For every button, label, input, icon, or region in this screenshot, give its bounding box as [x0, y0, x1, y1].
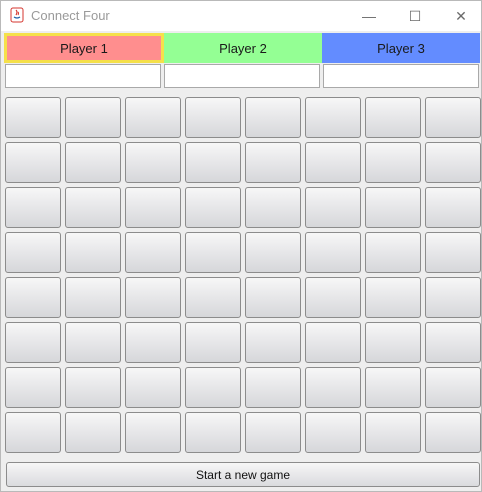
board-cell[interactable]: [125, 412, 181, 453]
java-app-icon: [9, 7, 25, 23]
minimize-icon[interactable]: —: [346, 1, 392, 31]
player-3-name-field[interactable]: [323, 64, 479, 88]
board-cell[interactable]: [65, 142, 121, 183]
board-cell[interactable]: [305, 412, 361, 453]
board-cell[interactable]: [125, 142, 181, 183]
board-cell[interactable]: [125, 97, 181, 138]
board-cell[interactable]: [365, 277, 421, 318]
board-cell[interactable]: [5, 367, 61, 408]
board-cell[interactable]: [65, 97, 121, 138]
board-cell[interactable]: [425, 322, 481, 363]
title-bar: Connect Four — ☐ ✕: [1, 1, 481, 31]
board-cell[interactable]: [5, 322, 61, 363]
board-cell[interactable]: [5, 412, 61, 453]
board-cell[interactable]: [5, 277, 61, 318]
board-cell[interactable]: [305, 367, 361, 408]
player-2-button[interactable]: Player 2: [164, 33, 322, 63]
board-cell[interactable]: [245, 322, 301, 363]
board-cell[interactable]: [365, 187, 421, 228]
board-cell[interactable]: [65, 277, 121, 318]
board-cell[interactable]: [425, 97, 481, 138]
game-board: [5, 97, 481, 453]
player-1-button[interactable]: Player 1: [4, 33, 164, 63]
maximize-icon[interactable]: ☐: [392, 1, 438, 31]
connect-four-window: Connect Four — ☐ ✕ Player 1 Player 2 Pla…: [0, 0, 482, 492]
board-cell[interactable]: [125, 277, 181, 318]
players-bar: Player 1 Player 2 Player 3: [4, 33, 480, 63]
new-game-button[interactable]: Start a new game: [6, 462, 480, 487]
board-cell[interactable]: [365, 232, 421, 273]
board-cell[interactable]: [365, 142, 421, 183]
board-cell[interactable]: [125, 232, 181, 273]
board-cell[interactable]: [245, 142, 301, 183]
board-cell[interactable]: [305, 232, 361, 273]
board-cell[interactable]: [425, 232, 481, 273]
board-cell[interactable]: [185, 232, 241, 273]
player-1-name-field[interactable]: [5, 64, 161, 88]
board-cell[interactable]: [245, 277, 301, 318]
close-icon[interactable]: ✕: [438, 1, 482, 31]
board-cell[interactable]: [185, 412, 241, 453]
board-cell[interactable]: [365, 322, 421, 363]
board-cell[interactable]: [65, 232, 121, 273]
player-3-button[interactable]: Player 3: [322, 33, 480, 63]
board-cell[interactable]: [365, 367, 421, 408]
board-cell[interactable]: [185, 367, 241, 408]
board-cell[interactable]: [65, 412, 121, 453]
board-cell[interactable]: [245, 187, 301, 228]
board-cell[interactable]: [245, 412, 301, 453]
board-cell[interactable]: [425, 187, 481, 228]
board-cell[interactable]: [425, 142, 481, 183]
board-cell[interactable]: [425, 277, 481, 318]
board-cell[interactable]: [425, 412, 481, 453]
board-cell[interactable]: [185, 277, 241, 318]
board-cell[interactable]: [5, 232, 61, 273]
board-cell[interactable]: [305, 142, 361, 183]
player-2-name-field[interactable]: [164, 64, 320, 88]
board-cell[interactable]: [305, 322, 361, 363]
board-cell[interactable]: [65, 367, 121, 408]
board-cell[interactable]: [65, 322, 121, 363]
board-cell[interactable]: [5, 187, 61, 228]
board-cell[interactable]: [365, 97, 421, 138]
board-cell[interactable]: [5, 97, 61, 138]
board-cell[interactable]: [245, 232, 301, 273]
board-cell[interactable]: [5, 142, 61, 183]
window-title: Connect Four: [31, 8, 110, 23]
board-cell[interactable]: [185, 142, 241, 183]
board-cell[interactable]: [125, 187, 181, 228]
board-cell[interactable]: [185, 97, 241, 138]
board-cell[interactable]: [65, 187, 121, 228]
board-cell[interactable]: [305, 97, 361, 138]
board-cell[interactable]: [185, 187, 241, 228]
board-cell[interactable]: [245, 97, 301, 138]
board-cell[interactable]: [425, 367, 481, 408]
board-cell[interactable]: [305, 187, 361, 228]
board-cell[interactable]: [305, 277, 361, 318]
board-cell[interactable]: [245, 367, 301, 408]
board-cell[interactable]: [125, 322, 181, 363]
board-cell[interactable]: [125, 367, 181, 408]
board-cell[interactable]: [185, 322, 241, 363]
board-cell[interactable]: [365, 412, 421, 453]
